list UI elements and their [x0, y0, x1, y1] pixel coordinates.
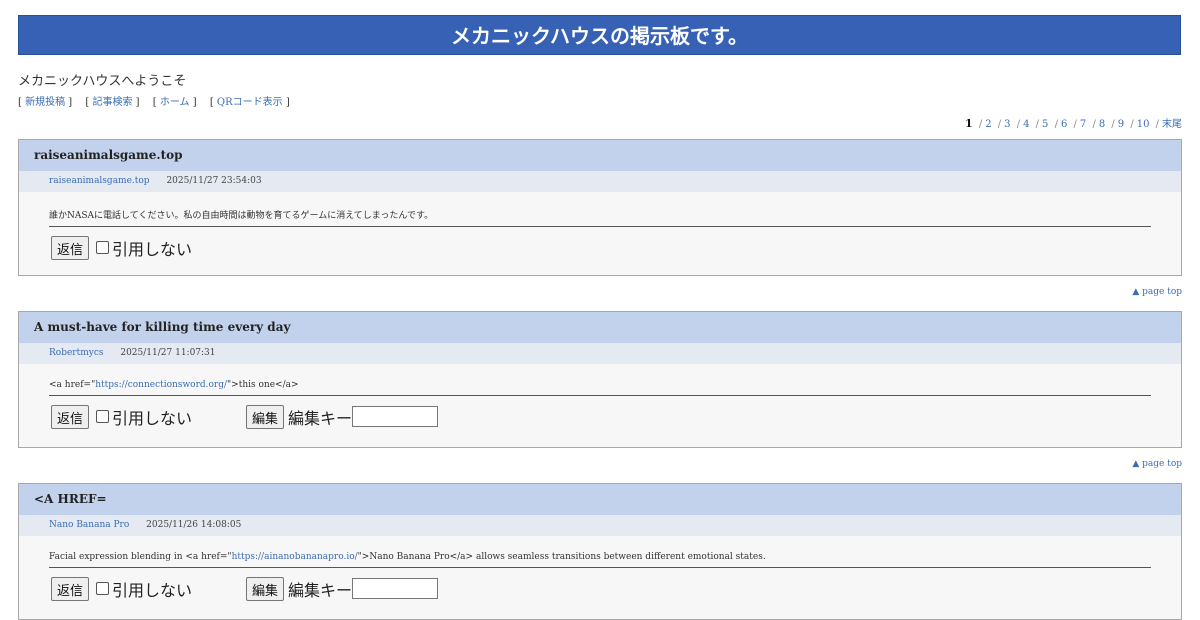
pager-current-page: 1	[964, 117, 973, 130]
post: <A HREF= Nano Banana Pro 2025/11/26 14:0…	[18, 483, 1182, 620]
post-actions: 返信 引用しない 編集 編集キー	[19, 568, 1181, 602]
nav-home[interactable]: ホーム	[160, 97, 190, 108]
post-author-link[interactable]: Nano Banana Pro	[49, 520, 129, 530]
post-actions: 返信 引用しない 編集 編集キー	[19, 396, 1181, 430]
edit-key-input[interactable]	[352, 406, 439, 427]
post-body-link[interactable]: https://connectionsword.org/	[95, 380, 227, 390]
post-message: 誰かNASAに電話してください。私の自由時間は動物を育てるゲームに消えてしまった…	[49, 208, 1151, 227]
edit-key-input[interactable]	[352, 578, 439, 599]
no-quote-checkbox[interactable]	[96, 410, 110, 423]
post-title: raiseanimalsgame.top	[19, 140, 1181, 171]
post-date: 2025/11/26 14:08:05	[146, 520, 242, 530]
post-body-link[interactable]: https://ainanobananapro.io/	[232, 552, 358, 562]
edit-button[interactable]: 編集	[246, 404, 285, 429]
no-quote-label: 引用しない	[112, 239, 193, 259]
pager-last-link[interactable]: 末尾	[1162, 119, 1182, 130]
post-meta: Robertmycs 2025/11/27 11:07:31	[19, 343, 1181, 364]
page-top-link[interactable]: ▲ page top	[1132, 287, 1182, 297]
post-title: <A HREF=	[19, 484, 1181, 515]
nav-search[interactable]: 記事検索	[92, 97, 132, 108]
pager-page-link[interactable]: 7	[1080, 119, 1086, 130]
pager-page-link[interactable]: 2	[985, 119, 991, 130]
pager-page-link[interactable]: 9	[1118, 119, 1124, 130]
post-message: Facial expression blending in <a href="h…	[49, 552, 1151, 568]
no-quote-label: 引用しない	[112, 580, 193, 600]
page-top-link[interactable]: ▲ page top	[1132, 459, 1182, 469]
edit-key-label: 編集キー	[288, 580, 353, 600]
pager-page-link[interactable]: 5	[1042, 119, 1048, 130]
pagination: 1 /2 /3 /4 /5 /6 /7 /8 /9 /10 /末尾	[964, 117, 1182, 130]
nav-qr-code[interactable]: QRコード表示	[217, 97, 283, 108]
no-quote-checkbox[interactable]	[96, 241, 110, 254]
post-actions: 返信 引用しない	[19, 227, 1181, 261]
post-body: Facial expression blending in <a href="h…	[19, 536, 1181, 568]
edit-key-label: 編集キー	[288, 408, 353, 428]
welcome-text: メカニックハウスへようこそ	[18, 74, 187, 89]
post: raiseanimalsgame.top raiseanimalsgame.to…	[18, 139, 1182, 276]
post-meta: raiseanimalsgame.top 2025/11/27 23:54:03	[19, 171, 1181, 192]
post-title: A must-have for killing time every day	[19, 312, 1181, 343]
post-body: <a href="https://connectionsword.org/">t…	[19, 364, 1181, 396]
post-author-link[interactable]: raiseanimalsgame.top	[49, 176, 150, 186]
no-quote-checkbox[interactable]	[96, 582, 110, 595]
post: A must-have for killing time every day R…	[18, 311, 1182, 448]
page-title-banner: メカニックハウスの掲示板です。	[18, 15, 1181, 55]
post-date: 2025/11/27 11:07:31	[120, 348, 216, 358]
post-body: 誰かNASAに電話してください。私の自由時間は動物を育てるゲームに消えてしまった…	[19, 192, 1181, 227]
post-author-link[interactable]: Robertmycs	[49, 348, 103, 358]
pager-page-link[interactable]: 4	[1023, 119, 1029, 130]
pager-page-link[interactable]: 6	[1061, 119, 1067, 130]
reply-button[interactable]: 返信	[51, 576, 90, 601]
post-date: 2025/11/27 23:54:03	[166, 176, 262, 186]
post-meta: Nano Banana Pro 2025/11/26 14:08:05	[19, 515, 1181, 536]
edit-button[interactable]: 編集	[246, 576, 285, 601]
pager-page-link[interactable]: 3	[1004, 119, 1010, 130]
no-quote-label: 引用しない	[112, 408, 193, 428]
nav-new-post[interactable]: 新規投稿	[25, 97, 65, 108]
reply-button[interactable]: 返信	[51, 235, 90, 260]
pager-page-link[interactable]: 8	[1099, 119, 1105, 130]
top-nav: [ 新規投稿 ] [ 記事検索 ] [ ホーム ] [ QRコード表示 ]	[18, 97, 290, 108]
reply-button[interactable]: 返信	[51, 404, 90, 429]
pager-page-link[interactable]: 10	[1137, 119, 1150, 130]
post-message: <a href="https://connectionsword.org/">t…	[49, 380, 1151, 396]
